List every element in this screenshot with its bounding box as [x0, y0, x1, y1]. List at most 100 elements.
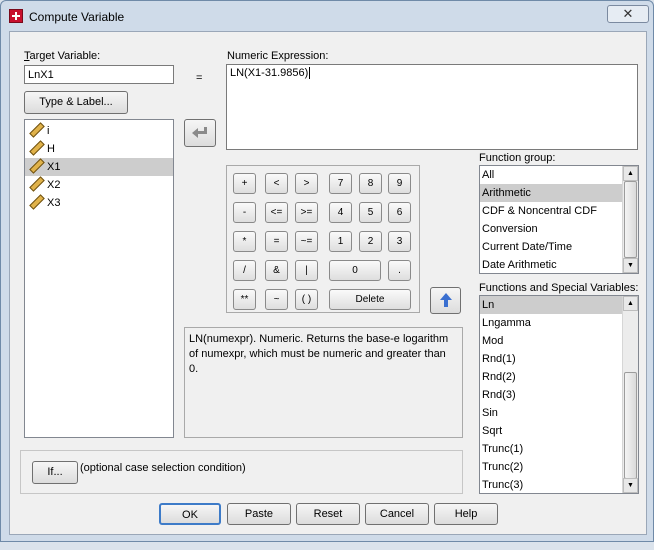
title-bar: Compute Variable ✕ [1, 1, 653, 31]
keypad-key[interactable]: <= [265, 202, 288, 223]
scale-variable-icon [29, 194, 45, 210]
function-item[interactable]: Mod [480, 332, 623, 350]
function-item[interactable]: Sqrt [480, 422, 623, 440]
scroll-down-icon[interactable]: ▼ [623, 258, 638, 273]
keypad-key[interactable]: . [388, 260, 411, 281]
keypad-key[interactable]: ~ [265, 289, 288, 310]
move-function-up-button[interactable] [430, 287, 461, 314]
variable-items: i H X1 X2 X3 [25, 122, 173, 212]
function-group-item[interactable]: Conversion [480, 220, 623, 238]
numeric-expression-text: LN(X1-31.9856) [230, 67, 309, 79]
scroll-thumb[interactable] [624, 372, 637, 479]
close-button[interactable]: ✕ [607, 5, 649, 23]
keypad-key[interactable]: / [233, 260, 256, 281]
variable-item[interactable]: X2 [25, 176, 173, 194]
functions-label: Functions and Special Variables: [479, 282, 639, 294]
scroll-down-icon[interactable]: ▼ [623, 478, 638, 493]
variable-item[interactable]: i [25, 122, 173, 140]
function-group-item[interactable]: CDF & Noncentral CDF [480, 202, 623, 220]
keypad-key[interactable]: 6 [388, 202, 411, 223]
window-title: Compute Variable [29, 10, 125, 24]
function-group-item[interactable]: Date Arithmetic [480, 256, 623, 273]
variable-name: X2 [47, 179, 61, 191]
type-and-label-button[interactable]: Type & Label... [24, 91, 128, 114]
paste-button[interactable]: Paste [227, 503, 291, 525]
function-item[interactable]: Rnd(2) [480, 368, 623, 386]
keypad-key[interactable]: 5 [359, 202, 382, 223]
keypad-key[interactable]: 9 [388, 173, 411, 194]
keypad-key[interactable]: 3 [388, 231, 411, 252]
reset-button[interactable]: Reset [296, 503, 360, 525]
keypad-key[interactable]: 7 [329, 173, 352, 194]
keypad-key[interactable]: & [265, 260, 288, 281]
spss-app-icon [9, 9, 23, 23]
keypad-key[interactable]: | [295, 260, 318, 281]
function-item[interactable]: Sin [480, 404, 623, 422]
functions-scrollbar[interactable]: ▲ ▼ [622, 296, 638, 493]
keypad-key[interactable]: + [233, 173, 256, 194]
keypad-key[interactable]: 4 [329, 202, 352, 223]
scale-variable-icon [29, 140, 45, 156]
if-condition-text: (optional case selection condition) [80, 462, 246, 474]
function-group-scrollbar[interactable]: ▲ ▼ [622, 166, 638, 273]
source-variable-list[interactable]: i H X1 X2 X3 [24, 119, 174, 438]
function-item[interactable]: Ln [480, 296, 623, 314]
function-group-label: Function group: [479, 152, 556, 164]
keypad-key[interactable]: 8 [359, 173, 382, 194]
keypad-key[interactable]: >= [295, 202, 318, 223]
function-item[interactable]: Rnd(1) [480, 350, 623, 368]
dialog-client-area: Target Variable: = Type & Label... Numer… [9, 31, 647, 535]
function-item[interactable]: Lngamma [480, 314, 623, 332]
keypad-key[interactable]: 0 [329, 260, 381, 281]
scroll-thumb[interactable] [624, 181, 637, 258]
calculator-keypad: + < >7 8 9 - <= >= 4 5 6 * = ~= 1 2 3 /& | 0. ** ~ ( ) Delete [226, 165, 420, 313]
if-button[interactable]: If... [32, 461, 78, 484]
function-item[interactable]: Trunc(2) [480, 458, 623, 476]
keypad-key[interactable]: * [233, 231, 256, 252]
scroll-up-icon[interactable]: ▲ [623, 166, 638, 181]
function-group-item[interactable]: Current Date/Time [480, 238, 623, 256]
text-cursor [309, 67, 311, 79]
function-group-item[interactable]: All [480, 166, 623, 184]
keypad-key[interactable]: > [295, 173, 318, 194]
equals-sign: = [196, 72, 203, 84]
target-variable-label: Target Variable: [24, 50, 101, 62]
target-variable-input[interactable] [24, 65, 174, 84]
move-to-expression-button[interactable] [184, 119, 216, 147]
keypad-key[interactable]: 2 [359, 231, 382, 252]
keypad-key[interactable]: < [265, 173, 288, 194]
scale-variable-icon [29, 176, 45, 192]
keypad-key[interactable]: ~= [295, 231, 318, 252]
numeric-expression-label: Numeric Expression: [227, 50, 329, 62]
arrow-up-icon [439, 293, 452, 307]
compute-variable-dialog: Compute Variable ✕ Target Variable: = Ty… [0, 0, 654, 542]
variable-item[interactable]: X3 [25, 194, 173, 212]
cancel-button[interactable]: Cancel [365, 503, 429, 525]
variable-name: H [47, 143, 55, 155]
keypad-key[interactable]: ** [233, 289, 256, 310]
function-description: LN(numexpr). Numeric. Returns the base-e… [184, 327, 463, 438]
function-group-item[interactable]: Arithmetic [480, 184, 623, 202]
keypad-key[interactable]: ( ) [295, 289, 318, 310]
help-button[interactable]: Help [434, 503, 498, 525]
scale-variable-icon [29, 158, 45, 174]
variable-name: i [47, 125, 50, 137]
ok-button[interactable]: OK [159, 503, 221, 525]
function-item[interactable]: Rnd(3) [480, 386, 623, 404]
functions-list[interactable]: Ln Lngamma Mod Rnd(1) Rnd(2) Rnd(3) Sin Sqrt Tru… [479, 295, 639, 494]
keypad-key[interactable]: = [265, 231, 288, 252]
keypad-key[interactable]: 1 [329, 231, 352, 252]
scroll-up-icon[interactable]: ▲ [623, 296, 638, 311]
function-group-list[interactable]: All Arithmetic CDF & Noncentral CDF Convers… [479, 165, 639, 274]
variable-name: X3 [47, 197, 61, 209]
function-item[interactable]: Trunc(3) [480, 476, 623, 493]
variable-item[interactable]: X1 [25, 158, 173, 176]
variable-name: X1 [47, 161, 61, 173]
numeric-expression-input[interactable]: LN(X1-31.9856) [226, 64, 638, 150]
function-item[interactable]: Trunc(1) [480, 440, 623, 458]
keypad-key[interactable]: - [233, 202, 256, 223]
scale-variable-icon [29, 122, 45, 138]
arrow-left-icon [192, 127, 207, 138]
keypad-key[interactable]: Delete [329, 289, 411, 310]
variable-item[interactable]: H [25, 140, 173, 158]
